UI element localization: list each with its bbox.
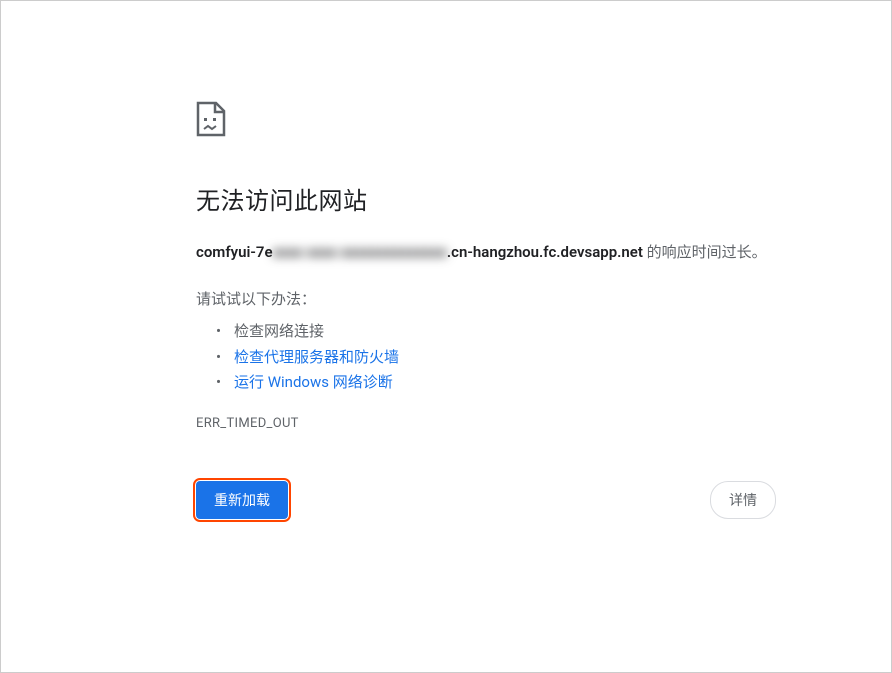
button-row: 重新加载 详情	[196, 481, 786, 519]
suggestions-intro: 请试试以下办法：	[196, 288, 786, 309]
suggestion-link-proxy[interactable]: 检查代理服务器和防火墙	[234, 348, 399, 366]
hostname-prefix: comfyui-7e	[196, 243, 273, 261]
details-button[interactable]: 详情	[710, 481, 776, 519]
hostname-suffix: .cn-hangzhou.fc.devsapp.net	[447, 243, 643, 261]
suggestion-item: 检查网络连接	[216, 319, 786, 345]
suggestion-link-diagnostics[interactable]: 运行 Windows 网络诊断	[234, 373, 393, 391]
suggestion-item: 运行 Windows 网络诊断	[216, 370, 786, 396]
suggestions-list: 检查网络连接 检查代理服务器和防火墙 运行 Windows 网络诊断	[196, 319, 786, 396]
page-title: 无法访问此网站	[196, 181, 786, 216]
reload-button[interactable]: 重新加载	[196, 481, 288, 519]
hostname-blurred: xxxx xxxx xxxxxxxxxxxxxx	[273, 240, 447, 264]
error-message: comfyui-7exxxx xxxx xxxxxxxxxxxxxx.cn-ha…	[196, 240, 786, 264]
status-text: 的响应时间过长。	[643, 243, 767, 261]
sad-page-icon	[196, 101, 226, 137]
error-code: ERR_TIMED_OUT	[196, 416, 786, 431]
suggestion-label: 检查网络连接	[234, 322, 324, 340]
suggestion-item: 检查代理服务器和防火墙	[216, 345, 786, 371]
